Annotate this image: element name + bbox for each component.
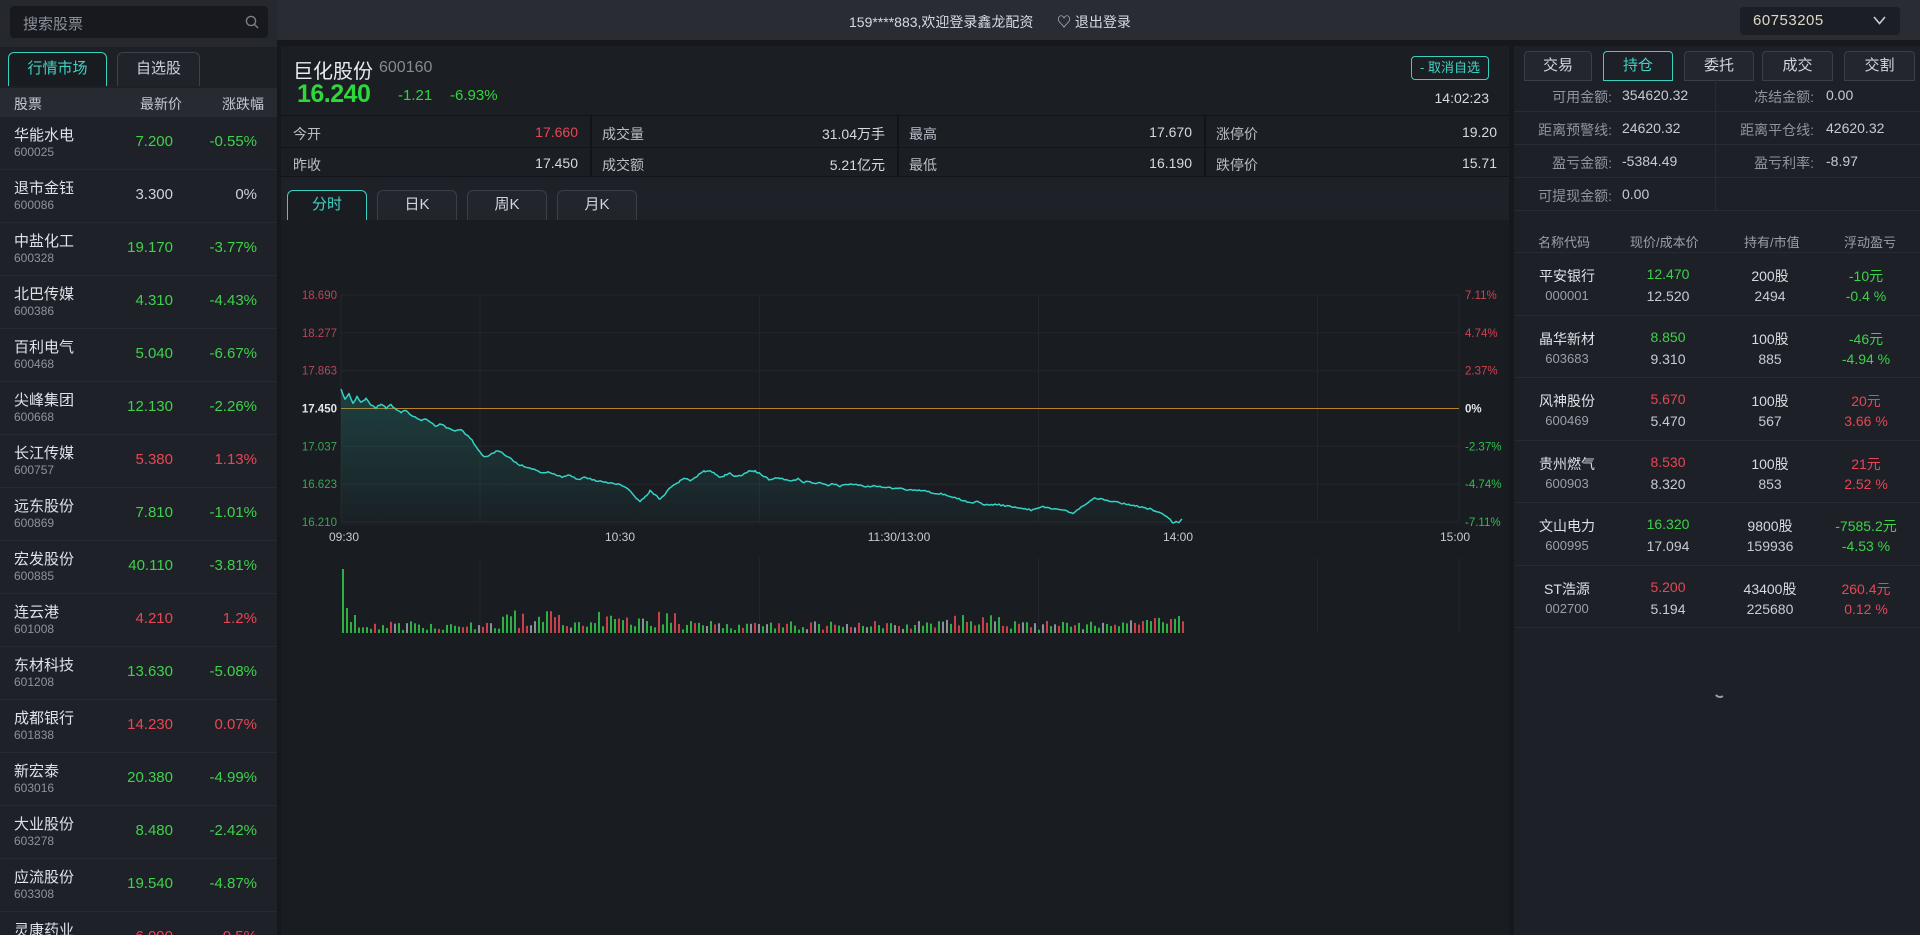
svg-text:-2.37%: -2.37% xyxy=(1465,441,1501,453)
svg-text:18.277: 18.277 xyxy=(302,328,337,340)
svg-text:17.450: 17.450 xyxy=(302,404,337,416)
svg-text:16.210: 16.210 xyxy=(302,517,337,529)
svg-text:11:30/13:00: 11:30/13:00 xyxy=(868,530,931,544)
svg-text:17.037: 17.037 xyxy=(302,441,337,453)
svg-text:7.11%: 7.11% xyxy=(1465,290,1497,302)
svg-text:15:00: 15:00 xyxy=(1440,530,1470,544)
svg-text:2.37%: 2.37% xyxy=(1465,366,1498,378)
svg-text:-4.74%: -4.74% xyxy=(1465,479,1501,491)
svg-text:16.623: 16.623 xyxy=(302,479,337,491)
svg-text:-7.11%: -7.11% xyxy=(1465,517,1501,529)
svg-text:10:30: 10:30 xyxy=(605,530,635,544)
svg-text:14:00: 14:00 xyxy=(1163,530,1193,544)
svg-text:17.863: 17.863 xyxy=(302,366,337,378)
svg-text:0%: 0% xyxy=(1465,404,1482,416)
svg-text:09:30: 09:30 xyxy=(329,530,359,544)
svg-text:4.74%: 4.74% xyxy=(1465,328,1498,340)
svg-text:18.690: 18.690 xyxy=(302,290,337,302)
